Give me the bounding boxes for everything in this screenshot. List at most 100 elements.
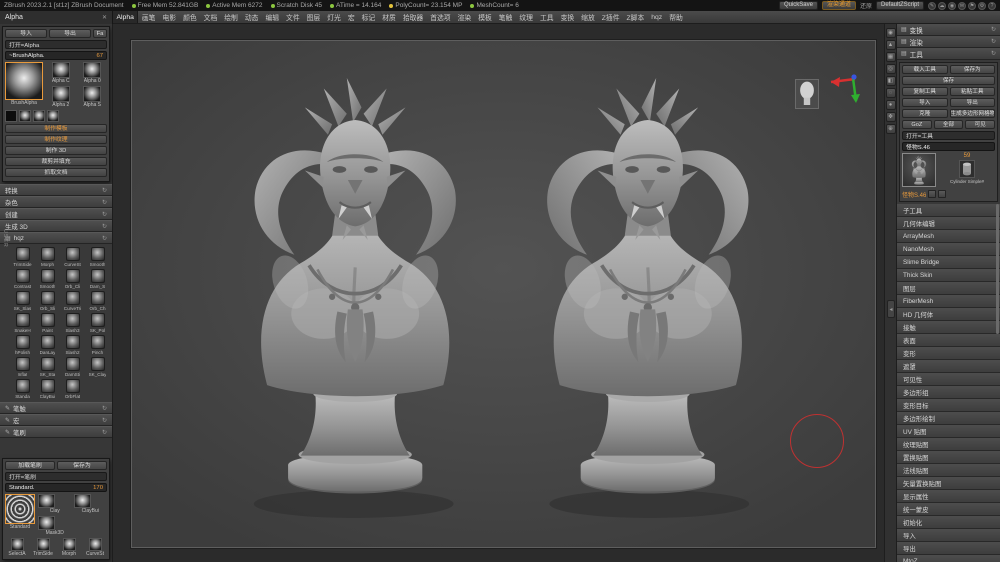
refresh-icon[interactable]: ↻ [102,429,107,436]
copy-tool-button[interactable]: 复制工具 [902,87,948,96]
menu-item[interactable]: Z插件 [598,11,623,23]
cloud-icon[interactable]: ☁ [938,1,946,10]
active-tool-thumbnail[interactable] [902,153,936,187]
brush-item[interactable]: Inflat [10,357,35,377]
render-pass-button[interactable]: 渲染通道 [821,1,856,10]
alpha-thumbnail[interactable] [19,110,31,122]
tool-subpalette-row[interactable]: 显示属性 [897,490,1000,503]
tool-option-button[interactable] [928,190,937,198]
tool-subpalette-row[interactable]: 接触 [897,321,1000,334]
tool-subpalette-row[interactable]: Slime Bridge [897,256,1000,269]
active-tool-slider[interactable]: 怪物S.46 [902,142,995,151]
refresh-icon[interactable]: ↻ [991,50,996,57]
menu-item[interactable]: 文件 [283,11,304,23]
close-icon[interactable]: ✕ [102,14,107,21]
brush-item[interactable]: SK_Slas [10,291,35,311]
menu-item[interactable]: Z脚本 [623,11,648,23]
flag-icon[interactable]: ⚑ [968,1,976,10]
alpha-thumbnail[interactable] [47,110,59,122]
brush-item[interactable]: Orb_Cli [60,269,85,289]
tool-subpalette-row[interactable]: 多边形绘制 [897,412,1000,425]
tool-subpalette-row[interactable]: 变形 [897,347,1000,360]
solo-icon[interactable]: ● [885,100,896,110]
alpha-make-button[interactable]: 制作 3D [5,146,107,155]
alpha-thumbnail[interactable] [51,62,70,78]
brush-item[interactable]: Slash3 [60,313,85,333]
tool-subpalette-row[interactable]: 初始化 [897,516,1000,529]
open-tool-row[interactable]: 打开=工具 [902,131,995,140]
tool-subpalette-row[interactable]: 矢量置换贴图 [897,477,1000,490]
brush-item[interactable]: SK_Pol [85,313,110,333]
menu-item[interactable]: 变换 [557,11,578,23]
tool-subpalette-row[interactable]: 遮罩 [897,360,1000,373]
axis-gizmo[interactable] [819,69,863,113]
ghost-icon[interactable]: ◌ [885,88,896,98]
clone-button[interactable]: 克隆 [902,109,948,118]
menu-item[interactable]: hqz [648,11,666,23]
menu-item[interactable]: 动态 [241,11,262,23]
brush-thumbnail[interactable] [62,538,76,551]
brush-item[interactable]: hPolish [10,335,35,355]
save-as-button[interactable]: 保存为 [949,65,995,74]
zoom-icon[interactable]: ⊕ [885,124,896,134]
menu-item[interactable]: 纹理 [516,11,537,23]
brush-item[interactable]: SnakeH [10,313,35,333]
brush-item[interactable]: SK_Clay [85,357,110,377]
scroll-icon[interactable]: ✥ [885,112,896,122]
bpr-icon[interactable]: ◉ [885,28,896,38]
menu-item[interactable]: 编辑 [262,11,283,23]
tool-option-button[interactable] [938,190,947,198]
import-button[interactable]: 导入 [902,98,948,107]
brush-item[interactable]: Smooth [85,247,110,267]
tray-divider-handle[interactable]: ◂ [887,300,895,318]
subpalette-row[interactable]: 转换 ↻ [0,184,112,196]
menu-item[interactable]: 文档 [200,11,221,23]
brush-thumbnail[interactable] [88,538,102,551]
brush-thumbnail[interactable] [36,538,50,551]
brush-thumbnail[interactable] [73,494,91,508]
alpha-thumbnail-active[interactable] [5,62,43,100]
brush-item[interactable]: Contrast [10,269,35,289]
tool-subpalette-row[interactable]: 几何体编辑 [897,217,1000,230]
palette-header-row[interactable]: ✎ 笔刷 ↻ [0,426,112,438]
brush-saveas-button[interactable]: 保存为 [57,461,107,470]
brush-item[interactable]: Standa [10,379,35,399]
brush-item[interactable]: CurveTri [60,291,85,311]
palette-header-row[interactable]: ✎ 笔触 ↻ [0,402,112,414]
refresh-icon[interactable]: ↻ [991,38,996,45]
alpha-import-button[interactable]: 导入 [5,29,47,38]
gear-icon[interactable]: ⚙ [978,1,986,10]
menu-item[interactable]: 电影 [159,11,180,23]
tool-subpalette-row[interactable]: 子工具 [897,204,1000,217]
persp-icon[interactable]: ▲ [885,40,896,50]
refresh-icon[interactable]: ↻ [102,417,107,424]
brush-item[interactable]: Dam_S [85,269,110,289]
goz-visible-button[interactable]: 可见 [965,120,996,129]
brush-thumbnail-active[interactable] [5,494,35,524]
menu-item[interactable]: 灯光 [324,11,345,23]
brush-thumbnail[interactable] [38,494,55,508]
tool-subpalette-row[interactable]: MtoZ [897,555,1000,562]
palette-header-row[interactable]: ▤ 工具 ↻ [897,48,1000,60]
tool-subpalette-row[interactable]: 可见性 [897,373,1000,386]
tool-subpalette-row[interactable]: 导入 [897,529,1000,542]
zbrush-document[interactable] [130,39,877,549]
open-alpha-row[interactable]: 打开=Alpha [5,40,107,49]
scrollbar[interactable] [996,204,999,334]
pen-icon[interactable]: ✎ [928,1,936,10]
brush-load-button[interactable]: 加载笔刷 [5,461,55,470]
tool-subpalette-row[interactable]: 导出 [897,542,1000,555]
menu-item[interactable]: 工具 [536,11,557,23]
brush-item[interactable]: Pinch [85,335,110,355]
tool-subpalette-row[interactable]: 图层 [897,282,1000,295]
local-icon[interactable]: ◎ [885,64,896,74]
alpha-thumbnail[interactable] [83,62,102,78]
tool-subpalette-row[interactable]: 变形目标 [897,399,1000,412]
alpha-transfer-button[interactable]: 制作纹理 [5,135,107,144]
alpha-thumbnail[interactable] [83,86,102,102]
tool-subpalette-row[interactable]: 法线贴图 [897,464,1000,477]
brush-item[interactable]: Paint [35,313,60,333]
tool-subpalette-row[interactable]: HD 几何体 [897,308,1000,321]
restore-button[interactable]: 还原 [860,1,872,10]
menu-item[interactable]: 模板 [475,11,496,23]
